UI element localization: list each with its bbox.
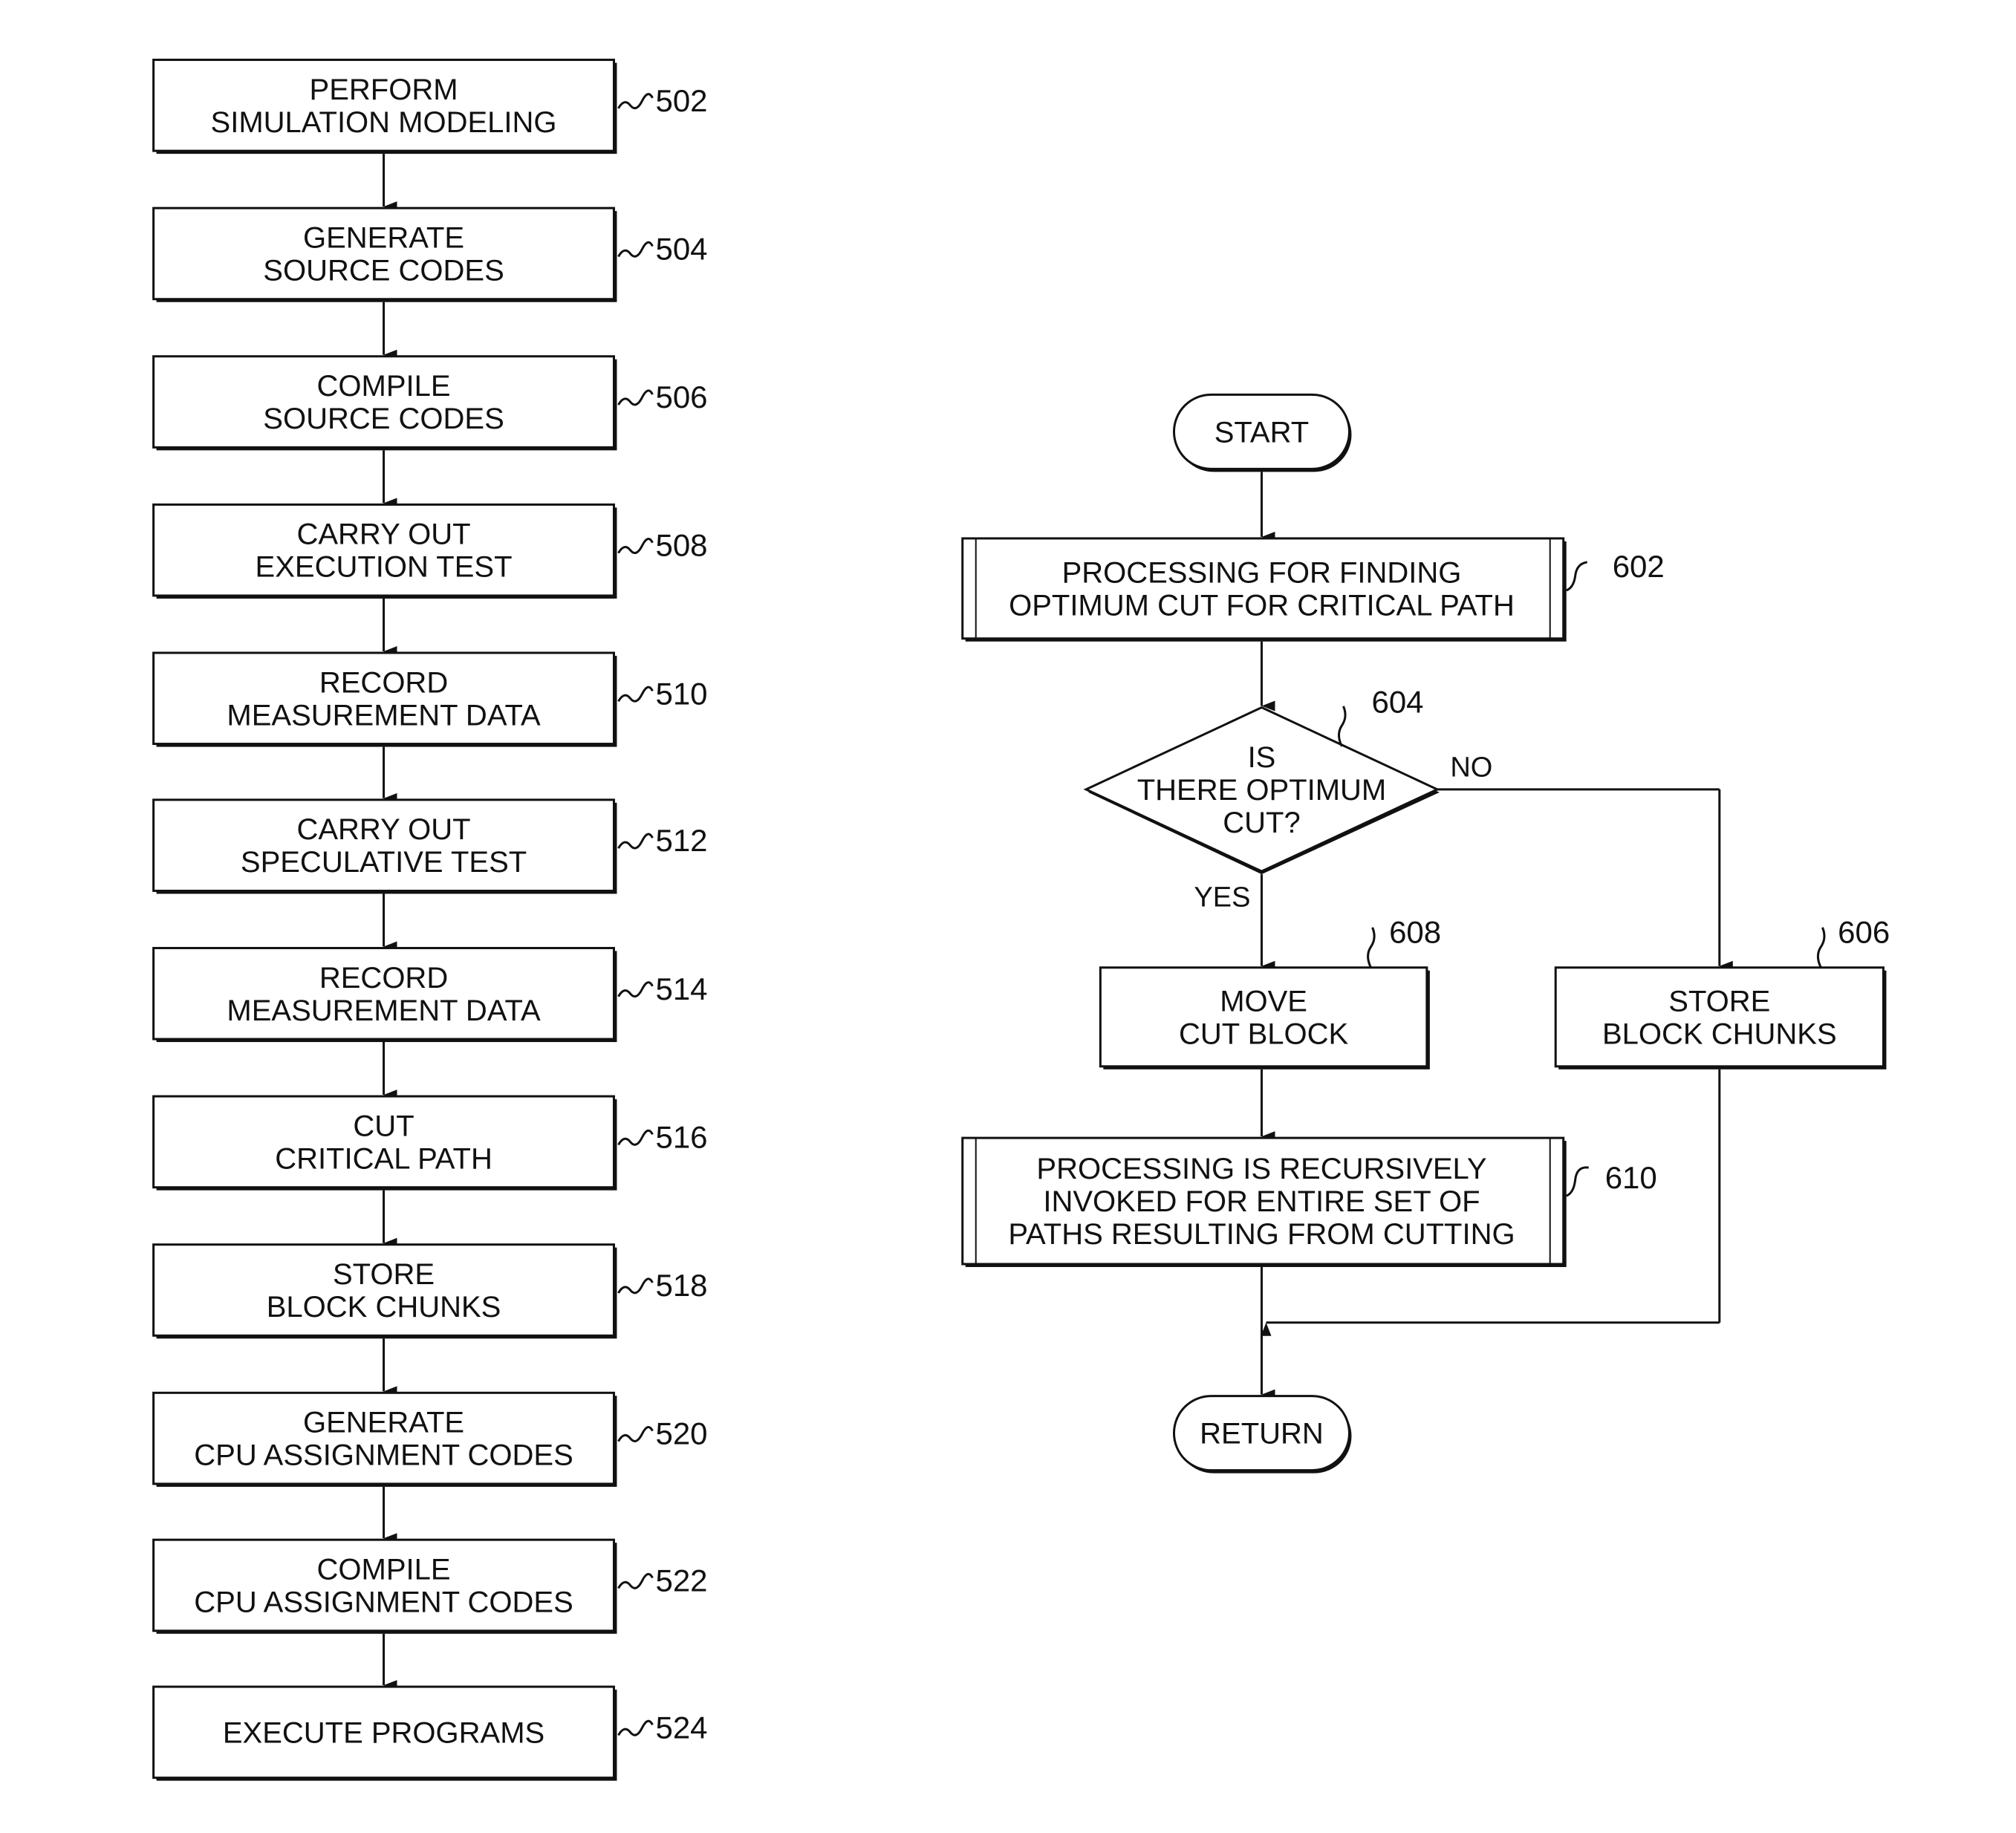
process-label: PATHS RESULTING FROM CUTTING — [1008, 1218, 1515, 1251]
step-label: GENERATE — [303, 1407, 464, 1439]
reference-numeral: 520 — [655, 1416, 707, 1451]
step-label: BLOCK CHUNKS — [267, 1291, 501, 1324]
decision-604[interactable]: ISTHERE OPTIMUMCUT? — [1083, 706, 1440, 875]
decision-label: IS — [1248, 741, 1276, 774]
reference-numeral: 602 — [1613, 549, 1665, 584]
process-step-514[interactable]: RECORDMEASUREMENT DATA — [152, 946, 617, 1043]
leader-line-524 — [617, 1719, 654, 1736]
leader-line-606 — [1816, 927, 1826, 968]
step-label: CUT BLOCK — [1179, 1018, 1349, 1050]
step-label: CARRY OUT — [296, 518, 470, 551]
process-step-502[interactable]: PERFORMSIMULATION MODELING — [152, 59, 617, 154]
return-terminal-label: RETURN — [1200, 1418, 1324, 1451]
step-label: STORE — [333, 1258, 435, 1291]
leader-line-510 — [617, 686, 654, 703]
step-label: RECORD — [319, 962, 448, 994]
process-step-520[interactable]: GENERATECPU ASSIGNMENT CODES — [152, 1391, 617, 1487]
reference-numeral: 608 — [1389, 914, 1441, 949]
decision-label: CUT? — [1223, 807, 1300, 839]
reference-numeral: 522 — [655, 1563, 707, 1598]
reference-numeral: 510 — [655, 676, 707, 711]
step-label: CUT — [353, 1110, 414, 1142]
no-branch-label: NO — [1450, 752, 1492, 783]
step-label: STORE — [1668, 985, 1770, 1018]
reference-numeral: 518 — [655, 1268, 707, 1303]
start-terminal-label: START — [1215, 416, 1309, 449]
leader-line-508 — [617, 538, 654, 554]
reference-numeral: 610 — [1605, 1160, 1657, 1195]
step-label: CRITICAL PATH — [275, 1142, 492, 1175]
process-label: PROCESSING FOR FINDING — [1062, 556, 1462, 589]
reference-numeral: 604 — [1371, 685, 1423, 720]
decision-label: THERE OPTIMUM — [1137, 774, 1387, 807]
step-label: EXECUTION TEST — [256, 551, 513, 584]
reference-numeral: 506 — [655, 380, 707, 414]
process-step-510[interactable]: RECORDMEASUREMENT DATA — [152, 651, 617, 747]
process-step-512[interactable]: CARRY OUTSPECULATIVE TEST — [152, 798, 617, 894]
leader-line-608 — [1367, 927, 1376, 968]
leader-line-602 — [1566, 561, 1587, 592]
step-label: MOVE — [1220, 985, 1307, 1018]
leader-line-518 — [617, 1277, 654, 1295]
process-step-606[interactable]: STOREBLOCK CHUNKS — [1554, 966, 1887, 1069]
start-terminal[interactable]: START — [1172, 393, 1352, 472]
left-flowchart: PERFORMSIMULATION MODELING502GENERATESOU… — [152, 59, 708, 1781]
yes-branch-label: YES — [1194, 882, 1250, 913]
reference-numeral: 514 — [655, 971, 707, 1006]
leader-line-516 — [617, 1129, 654, 1146]
step-label: PERFORM — [310, 74, 458, 106]
reference-numeral: 606 — [1838, 914, 1890, 949]
step-label: SPECULATIVE TEST — [241, 846, 527, 879]
step-label: EXECUTE PROGRAMS — [223, 1716, 544, 1749]
predefined-process-610[interactable]: PROCESSING IS RECURSIVELYINVOKED FOR ENT… — [961, 1136, 1567, 1267]
reference-numeral: 512 — [655, 823, 707, 858]
reference-numeral: 508 — [655, 528, 707, 563]
predefined-process-602[interactable]: PROCESSING FOR FINDINGOPTIMUM CUT FOR CR… — [961, 537, 1567, 642]
process-step-516[interactable]: CUTCRITICAL PATH — [152, 1095, 617, 1191]
process-step-506[interactable]: COMPILESOURCE CODES — [152, 355, 617, 451]
process-step-608[interactable]: MOVECUT BLOCK — [1099, 966, 1430, 1069]
leader-line-502 — [617, 93, 654, 110]
process-label: INVOKED FOR ENTIRE SET OF — [1043, 1185, 1480, 1218]
step-label: MEASUREMENT DATA — [227, 994, 541, 1027]
step-label: CPU ASSIGNMENT CODES — [194, 1586, 573, 1618]
step-label: CPU ASSIGNMENT CODES — [194, 1439, 573, 1472]
step-label: BLOCK CHUNKS — [1602, 1018, 1837, 1050]
right-flowchart: START PROCESSING FOR FINDINGOPTIMUM CUT F… — [961, 393, 1890, 1474]
step-label: SOURCE CODES — [263, 254, 504, 287]
leader-line-604 — [1337, 706, 1347, 747]
leader-line-512 — [617, 833, 654, 850]
leader-line-504 — [617, 241, 654, 258]
reference-numeral: 504 — [655, 231, 707, 266]
process-step-524[interactable]: EXECUTE PROGRAMS — [152, 1685, 617, 1781]
step-label: COMPILE — [317, 1553, 451, 1586]
reference-numeral: 516 — [655, 1119, 707, 1154]
process-step-508[interactable]: CARRY OUTEXECUTION TEST — [152, 503, 617, 599]
process-step-504[interactable]: GENERATESOURCE CODES — [152, 206, 617, 302]
leader-line-522 — [617, 1572, 654, 1589]
step-label: MEASUREMENT DATA — [227, 699, 541, 732]
step-label: RECORD — [319, 666, 448, 699]
leader-line-506 — [617, 389, 654, 406]
process-step-518[interactable]: STOREBLOCK CHUNKS — [152, 1243, 617, 1339]
step-label: GENERATE — [303, 221, 464, 254]
reference-numeral: 524 — [655, 1710, 707, 1745]
return-terminal[interactable]: RETURN — [1172, 1395, 1352, 1474]
reference-numeral: 502 — [655, 83, 707, 118]
step-label: COMPILE — [317, 370, 451, 403]
process-label: PROCESSING IS RECURSIVELY — [1036, 1153, 1486, 1185]
leader-line-610 — [1566, 1166, 1589, 1197]
step-label: CARRY OUT — [296, 813, 470, 846]
leader-line-514 — [617, 981, 654, 998]
step-label: SOURCE CODES — [263, 403, 504, 435]
step-label: SIMULATION MODELING — [211, 106, 557, 139]
flowchart-canvas: PERFORMSIMULATION MODELING502GENERATESOU… — [152, 59, 1890, 1781]
process-label: OPTIMUM CUT FOR CRITICAL PATH — [1009, 589, 1515, 622]
leader-line-520 — [617, 1426, 654, 1442]
process-step-522[interactable]: COMPILECPU ASSIGNMENT CODES — [152, 1538, 617, 1634]
